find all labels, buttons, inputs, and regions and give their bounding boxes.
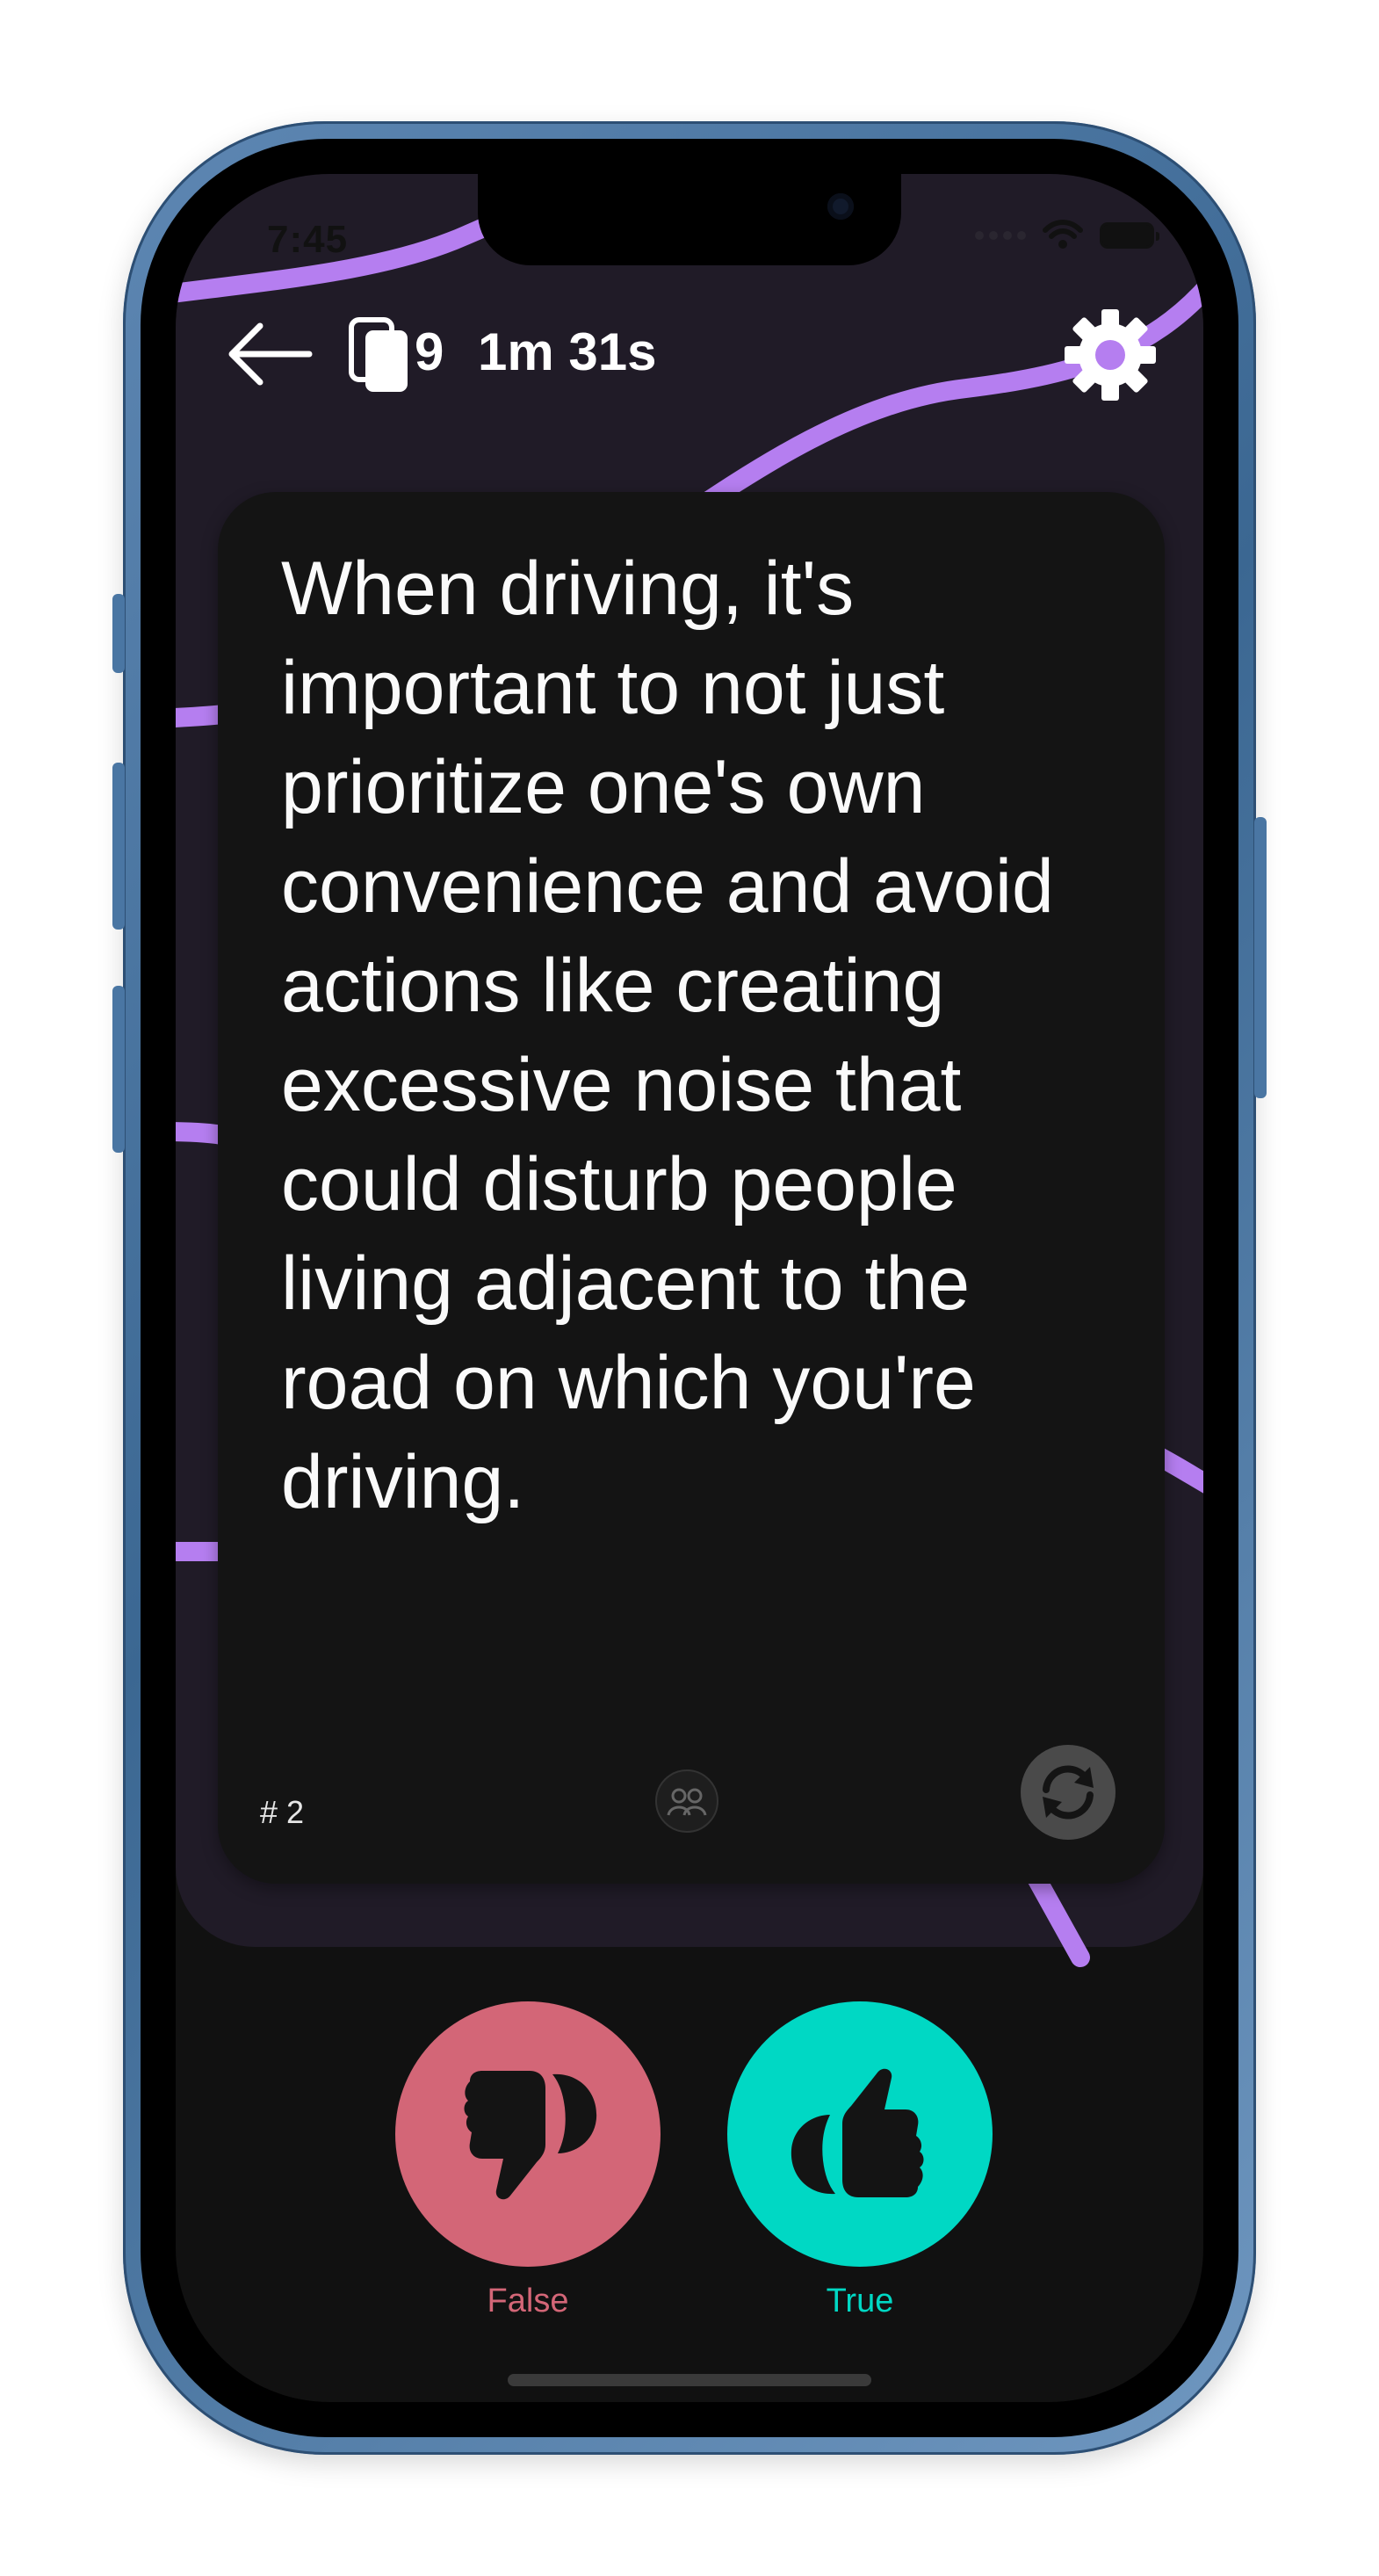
front-camera — [827, 193, 854, 220]
wifi-icon — [1043, 220, 1083, 249]
power-button — [1254, 817, 1267, 1098]
status-icons — [975, 220, 1159, 251]
elapsed-timer: 1m 31s — [478, 322, 657, 381]
settings-button[interactable] — [1061, 306, 1159, 404]
camera-notch — [478, 174, 901, 265]
people-logo-icon — [655, 1769, 718, 1833]
false-button[interactable] — [395, 2001, 661, 2267]
home-indicator[interactable] — [508, 2374, 871, 2386]
cards-remaining-count: 9 — [415, 322, 444, 381]
true-button[interactable] — [727, 2001, 993, 2267]
thumbs-up-icon — [791, 2068, 924, 2197]
back-button[interactable] — [225, 315, 313, 394]
true-label: True — [826, 2283, 894, 2319]
refresh-icon — [1043, 1765, 1094, 1820]
thumbs-down-icon — [464, 2071, 597, 2200]
signal-icon — [975, 231, 1026, 240]
mute-switch — [112, 594, 125, 673]
battery-icon — [1100, 222, 1159, 249]
header-bar: 9 1m 31s — [176, 297, 1203, 411]
question-card[interactable]: When driving, it's important to not just… — [218, 492, 1165, 1884]
arrow-left-icon — [228, 322, 313, 386]
card-number: # 2 — [260, 1794, 305, 1830]
gear-icon — [1065, 309, 1156, 401]
card-statement: When driving, it's important to not just… — [281, 546, 1054, 1524]
flip-card-button[interactable] — [1021, 1745, 1115, 1840]
volume-down-button — [112, 986, 125, 1153]
card-stack-icon — [349, 317, 408, 392]
status-time: 7:45 — [267, 218, 349, 261]
app-screen: 7:45 9 1m 31s When driving, it's importa… — [176, 174, 1203, 2402]
volume-up-button — [112, 763, 125, 930]
false-label: False — [487, 2283, 569, 2319]
